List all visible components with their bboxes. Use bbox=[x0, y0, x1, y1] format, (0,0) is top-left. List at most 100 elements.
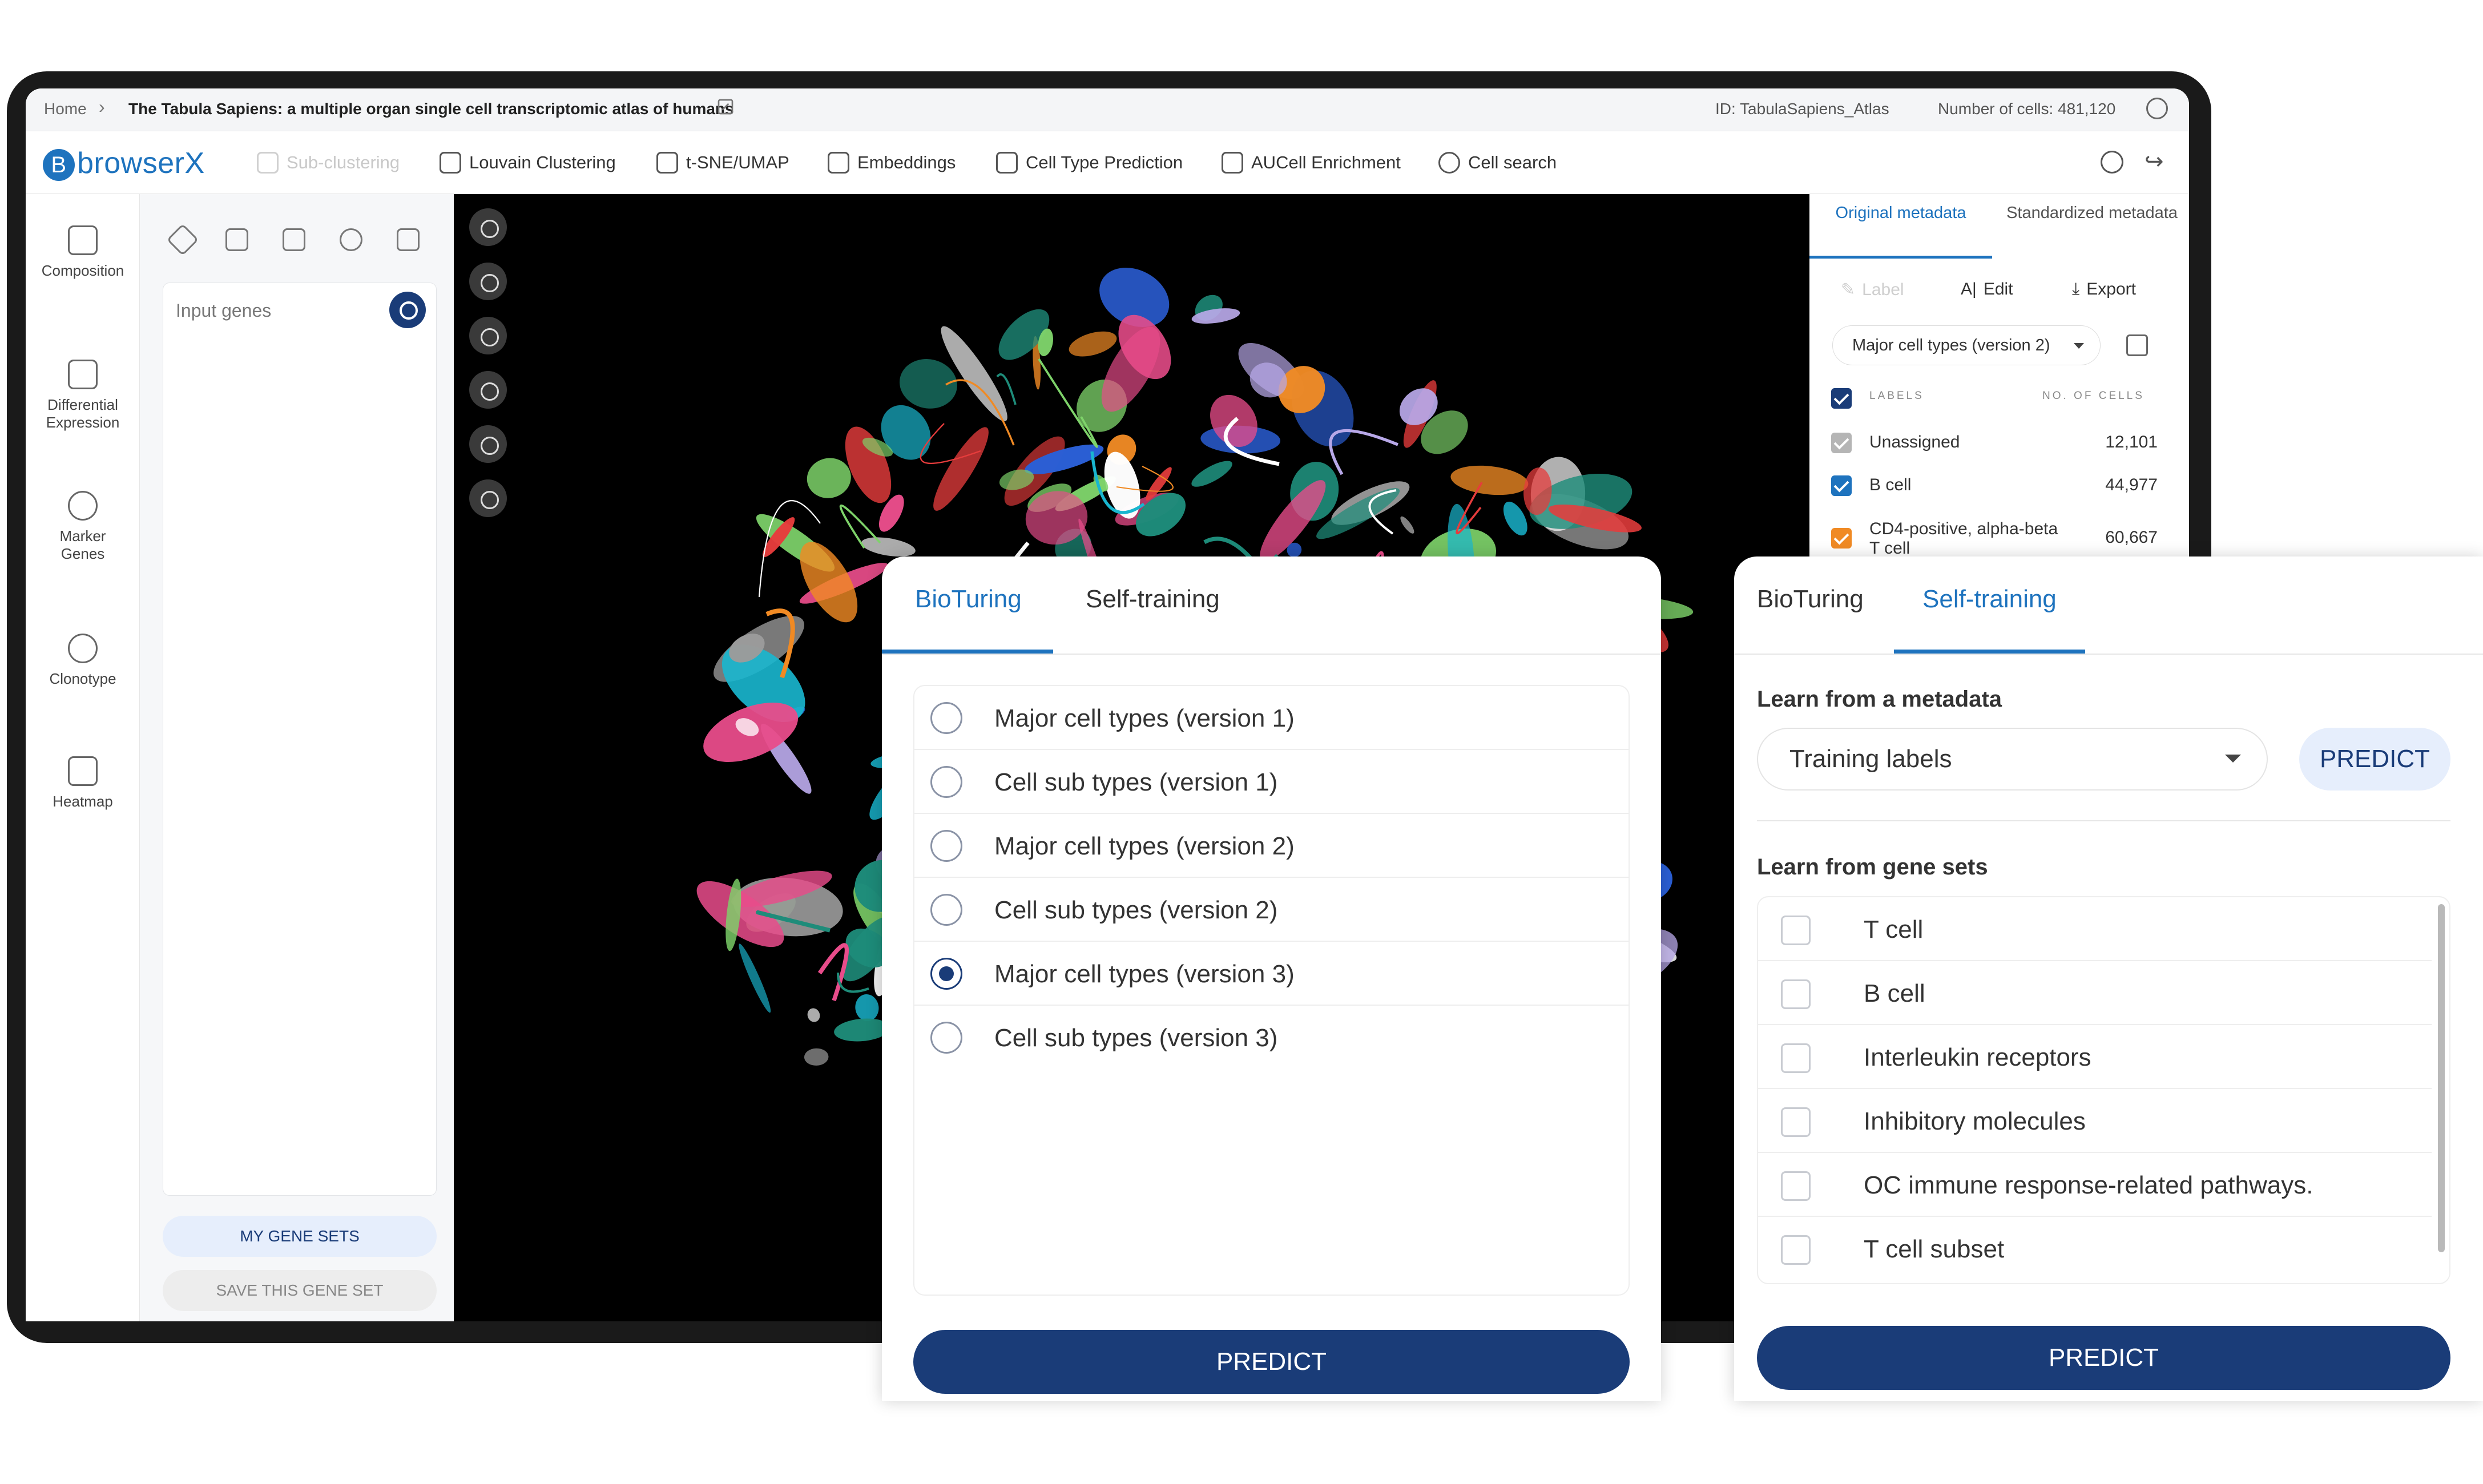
model-option[interactable]: Major cell types (version 3) bbox=[914, 942, 1629, 1006]
radio-button[interactable] bbox=[930, 894, 962, 926]
bar-chart-icon[interactable] bbox=[225, 228, 248, 251]
active-tab-indicator bbox=[882, 650, 1053, 654]
subclustering-icon bbox=[257, 152, 279, 174]
model-option[interactable]: Cell sub types (version 1) bbox=[914, 750, 1629, 814]
radio-button[interactable] bbox=[930, 766, 962, 798]
my-gene-sets-button[interactable]: MY GENE SETS bbox=[163, 1216, 437, 1257]
radio-button[interactable] bbox=[930, 958, 962, 990]
row-checkbox[interactable] bbox=[1831, 433, 1852, 453]
share-icon[interactable] bbox=[2101, 151, 2123, 174]
nav-heatmap[interactable]: Heatmap bbox=[26, 756, 140, 810]
grid-icon[interactable] bbox=[283, 228, 305, 251]
count-column-header[interactable]: NO. OF CELLS bbox=[2042, 390, 2145, 402]
row-checkbox[interactable] bbox=[1831, 475, 1852, 496]
checkbox[interactable] bbox=[1781, 979, 1811, 1009]
model-option[interactable]: Cell sub types (version 3) bbox=[914, 1006, 1629, 1070]
diamond-icon[interactable] bbox=[166, 223, 199, 256]
tool-louvain-clustering[interactable]: Louvain Clustering bbox=[440, 152, 616, 174]
export-action[interactable]: ⤓ Export bbox=[2072, 280, 2136, 299]
tab-standardized-metadata[interactable]: Standardized metadata bbox=[2001, 203, 2183, 223]
clonotype-icon bbox=[68, 634, 98, 663]
gene-input-placeholder[interactable]: Input genes bbox=[176, 300, 271, 321]
tab-bioturing[interactable]: BioTuring bbox=[1757, 585, 1864, 614]
radio-button[interactable] bbox=[930, 1022, 962, 1054]
gene-set-label: T cell bbox=[1864, 916, 1924, 943]
checkbox[interactable] bbox=[1781, 1171, 1811, 1201]
tab-self-training[interactable]: Self-training bbox=[1922, 585, 2057, 614]
gene-set-label: B cell bbox=[1864, 979, 1925, 1007]
learn-metadata-heading: Learn from a metadata bbox=[1757, 687, 2002, 712]
option-label: Major cell types (version 1) bbox=[994, 704, 1295, 732]
gene-set-item[interactable]: T cell subset bbox=[1758, 1217, 2432, 1281]
gene-set-item[interactable]: Interleukin receptors bbox=[1758, 1025, 2432, 1089]
row-checkbox[interactable] bbox=[1831, 528, 1852, 549]
select-all-checkbox[interactable] bbox=[1831, 388, 1852, 409]
tool-cell-search[interactable]: Cell search bbox=[1438, 152, 1557, 174]
self-training-card: BioTuring Self-training Learn from a met… bbox=[1734, 556, 2483, 1401]
model-option-list: Major cell types (version 1) Cell sub ty… bbox=[913, 685, 1630, 1296]
gene-panel: Input genes MY GENE SETS SAVE THIS GENE … bbox=[140, 194, 454, 1321]
scatter-icon bbox=[656, 152, 678, 174]
gene-set-item[interactable]: OC immune response-related pathways. bbox=[1758, 1153, 2432, 1217]
labels-column-header[interactable]: LABELS bbox=[1869, 390, 1924, 402]
gene-set-item[interactable]: T cell bbox=[1758, 897, 2432, 961]
checkbox[interactable] bbox=[1781, 1235, 1811, 1265]
save-gene-set-button[interactable]: SAVE THIS GENE SET bbox=[163, 1270, 437, 1311]
search-icon[interactable] bbox=[389, 292, 426, 328]
dataset-id: ID: TabulaSapiens_Atlas bbox=[1715, 100, 1889, 118]
breadcrumb-home[interactable]: Home bbox=[44, 100, 87, 118]
tool-cell-type-prediction[interactable]: Cell Type Prediction bbox=[996, 152, 1183, 174]
edit-icon[interactable] bbox=[716, 98, 735, 116]
checkbox[interactable] bbox=[1781, 1107, 1811, 1137]
gene-set-label: OC immune response-related pathways. bbox=[1864, 1171, 2313, 1199]
text-edit-icon: A| bbox=[1961, 280, 1977, 299]
predict-button[interactable]: PREDICT bbox=[1757, 1326, 2450, 1390]
gene-input-box[interactable]: Input genes bbox=[163, 283, 437, 1196]
tool-sub-clustering[interactable]: Sub-clustering bbox=[257, 152, 400, 174]
breadcrumb-bar: Home › The Tabula Sapiens: a multiple or… bbox=[26, 88, 2189, 131]
history-icon[interactable] bbox=[2146, 98, 2168, 119]
model-option[interactable]: Cell sub types (version 2) bbox=[914, 878, 1629, 942]
cell-cluster bbox=[804, 1048, 829, 1066]
metadata-label: Unassigned bbox=[1869, 433, 1960, 451]
model-option[interactable]: Major cell types (version 2) bbox=[914, 814, 1629, 878]
cell-cluster bbox=[807, 1008, 820, 1022]
tab-bioturing[interactable]: BioTuring bbox=[915, 585, 1022, 614]
globe-icon[interactable] bbox=[340, 228, 362, 251]
metadata-label: B cell bbox=[1869, 475, 1912, 494]
radio-button[interactable] bbox=[930, 830, 962, 862]
checkbox[interactable] bbox=[1781, 916, 1811, 945]
chevron-right-icon: › bbox=[99, 96, 105, 117]
metadata-select[interactable]: Major cell types (version 2) bbox=[1832, 325, 2101, 365]
edit-action[interactable]: A| Edit bbox=[1961, 280, 2013, 299]
nav-differential-expression[interactable]: Differential Expression bbox=[26, 360, 140, 432]
nav-marker-genes[interactable]: Marker Genes bbox=[26, 491, 140, 563]
embeddings-icon bbox=[828, 152, 849, 174]
radio-button[interactable] bbox=[930, 702, 962, 734]
tool-tsne-umap[interactable]: t-SNE/UMAP bbox=[656, 152, 789, 174]
learn-genesets-heading: Learn from gene sets bbox=[1757, 854, 1988, 880]
gene-set-item[interactable]: B cell bbox=[1758, 961, 2432, 1025]
scrollbar[interactable] bbox=[2438, 904, 2445, 1252]
training-labels-select[interactable]: Training labels bbox=[1757, 728, 2268, 791]
composition-icon bbox=[68, 225, 98, 255]
divider bbox=[1757, 820, 2450, 821]
forward-icon[interactable]: ↪ bbox=[2145, 148, 2164, 175]
label-action[interactable]: ✎ Label bbox=[1841, 280, 1904, 300]
nav-composition[interactable]: Composition bbox=[26, 225, 140, 280]
model-option[interactable]: Major cell types (version 1) bbox=[914, 686, 1629, 750]
tool-embeddings[interactable]: Embeddings bbox=[828, 152, 956, 174]
nav-clonotype[interactable]: Clonotype bbox=[26, 634, 140, 688]
tab-original-metadata[interactable]: Original metadata bbox=[1809, 203, 1992, 223]
predict-metadata-button[interactable]: PREDICT bbox=[2299, 728, 2450, 791]
edit-metadata-icon[interactable] bbox=[2126, 334, 2148, 356]
gene-set-item[interactable]: Inhibitory molecules bbox=[1758, 1089, 2432, 1153]
predict-button[interactable]: PREDICT bbox=[913, 1330, 1630, 1394]
tab-self-training[interactable]: Self-training bbox=[1086, 585, 1220, 614]
option-label: Cell sub types (version 3) bbox=[994, 1024, 1278, 1052]
tool-aucell-enrichment[interactable]: AUCell Enrichment bbox=[1222, 152, 1401, 174]
violin-icon[interactable] bbox=[397, 228, 420, 251]
option-label: Major cell types (version 3) bbox=[994, 960, 1295, 988]
checkbox[interactable] bbox=[1781, 1043, 1811, 1073]
dataset-title: The Tabula Sapiens: a multiple organ sin… bbox=[128, 100, 734, 118]
